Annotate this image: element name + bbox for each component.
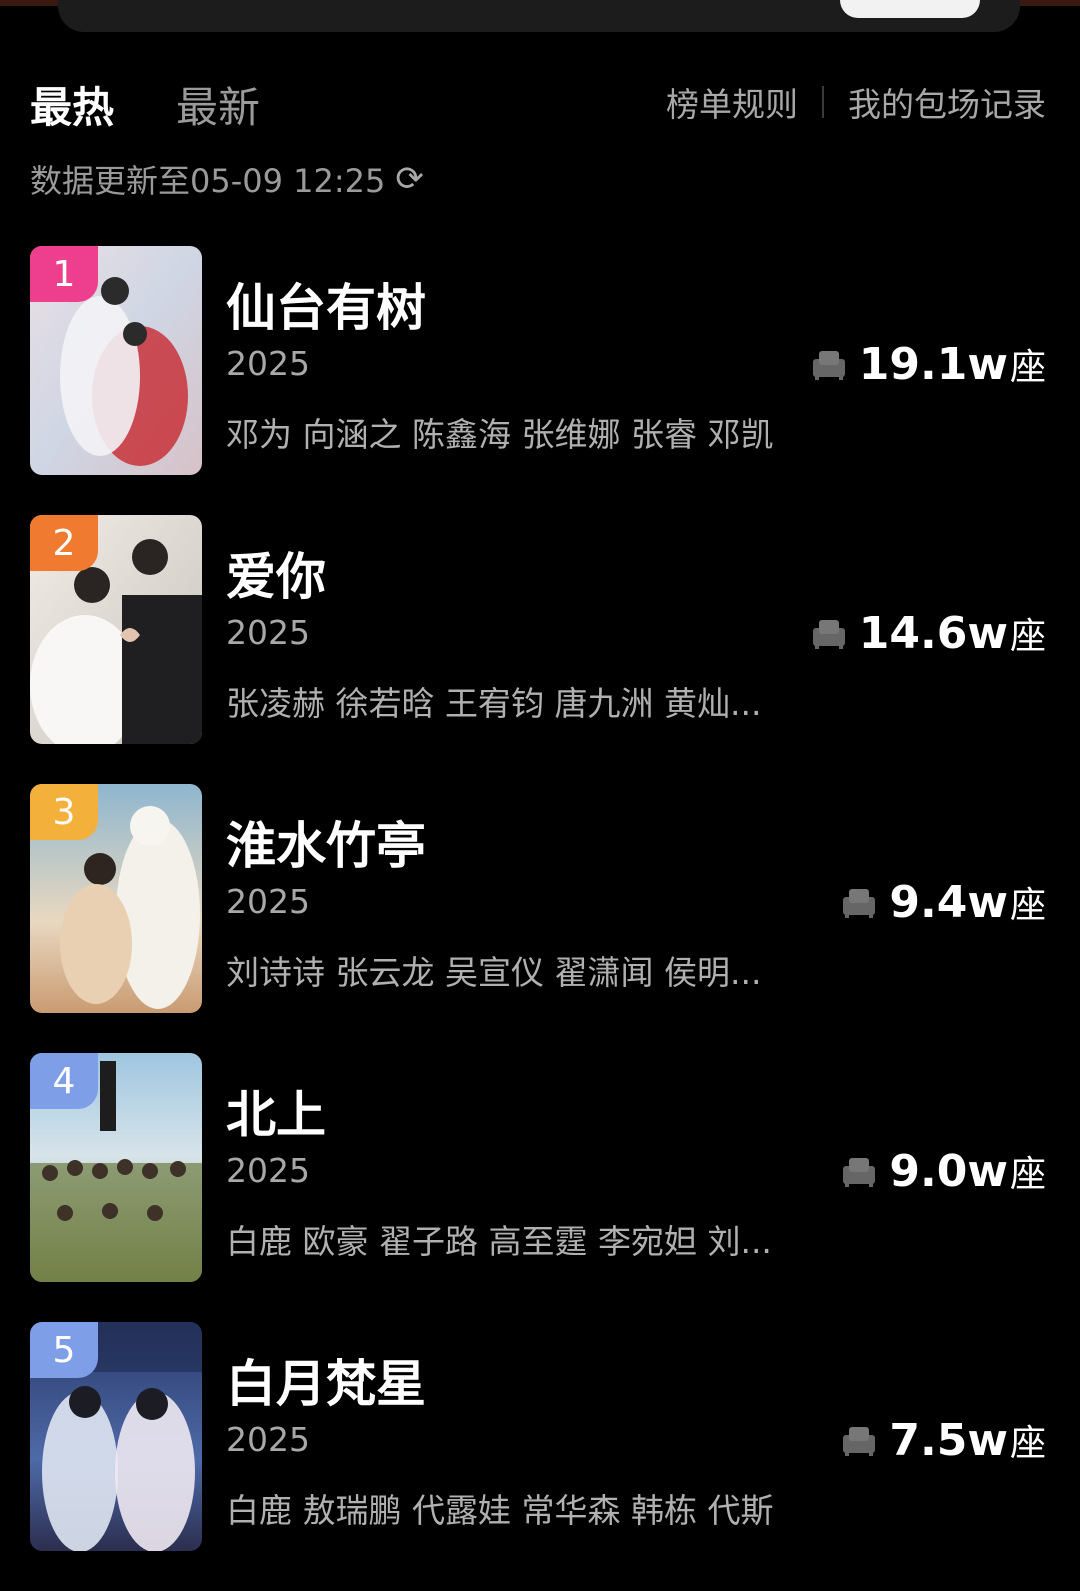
poster-image[interactable]: 1 <box>30 246 202 475</box>
seat-number: 19.1w <box>858 338 1008 390</box>
tab-bar: 最热 最新 <box>30 72 322 136</box>
seat-number: 9.4w <box>889 876 1008 928</box>
search-button[interactable] <box>840 0 980 18</box>
history-link[interactable]: 我的包场记录 <box>848 78 1046 126</box>
seat-count: 9.4w 座 <box>841 876 1046 928</box>
seat-number: 7.5w <box>889 1414 1008 1466</box>
seat-unit: 座 <box>1009 347 1046 388</box>
seat-count: 9.0w 座 <box>841 1145 1046 1197</box>
show-title[interactable]: 白月梵星 <box>226 1344 426 1416</box>
rank-badge: 3 <box>30 784 98 840</box>
seat-icon <box>812 620 845 649</box>
show-year: 2025 <box>226 1420 310 1459</box>
show-cast: 张凌赫 徐若晗 王宥钧 唐九洲 黄灿... <box>226 684 762 723</box>
poster-image[interactable]: 3 <box>30 784 202 1013</box>
rank-number: 5 <box>52 1329 76 1371</box>
list-item[interactable]: 5 白月梵星 2025 白鹿 敖瑞鹏 代露娃 常华森 韩栋 代斯 7.5w 座 <box>0 1322 1080 1591</box>
show-title[interactable]: 爱你 <box>226 537 326 609</box>
poster-image[interactable]: 2 <box>30 515 202 744</box>
tab-hottest[interactable]: 最热 <box>30 74 114 135</box>
rank-badge: 5 <box>30 1322 98 1378</box>
rank-badge: 4 <box>30 1053 98 1109</box>
show-year: 2025 <box>226 344 310 383</box>
show-cast: 白鹿 敖瑞鹏 代露娃 常华森 韩栋 代斯 <box>226 1491 774 1530</box>
poster-image[interactable]: 5 <box>30 1322 202 1551</box>
seat-unit: 座 <box>1009 616 1046 657</box>
seat-count: 7.5w 座 <box>841 1414 1046 1466</box>
rank-badge: 1 <box>30 246 98 302</box>
seat-count: 14.6w 座 <box>811 607 1046 659</box>
top-links: 榜单规则 我的包场记录 <box>666 78 1046 126</box>
seat-number: 14.6w <box>858 607 1008 659</box>
seat-unit: 座 <box>1009 1154 1046 1195</box>
seat-unit: 座 <box>1009 1423 1046 1464</box>
ranking-list: 1 仙台有树 2025 邓为 向涵之 陈鑫海 张维娜 张睿 邓凯 19.1w 座 <box>0 246 1080 1591</box>
show-cast: 白鹿 欧豪 翟子路 高至霆 李宛妲 刘... <box>226 1222 772 1261</box>
update-text: 数据更新至05-09 12:25 <box>30 162 386 200</box>
seat-unit: 座 <box>1009 885 1046 926</box>
show-title[interactable]: 北上 <box>226 1075 326 1147</box>
list-item[interactable]: 1 仙台有树 2025 邓为 向涵之 陈鑫海 张维娜 张睿 邓凯 19.1w 座 <box>0 246 1080 515</box>
seat-count: 19.1w 座 <box>811 338 1046 390</box>
rank-badge: 2 <box>30 515 98 571</box>
poster-image[interactable]: 4 <box>30 1053 202 1282</box>
seat-icon <box>843 1158 876 1187</box>
rank-number: 2 <box>52 522 76 564</box>
rules-link[interactable]: 榜单规则 <box>666 78 798 126</box>
show-title[interactable]: 仙台有树 <box>226 268 426 340</box>
list-item[interactable]: 4 北上 2025 白鹿 欧豪 翟子路 高至霆 李宛妲 刘... 9.0w 座 <box>0 1053 1080 1322</box>
seat-icon <box>843 889 876 918</box>
seat-number: 9.0w <box>889 1145 1008 1197</box>
search-bar[interactable] <box>58 0 1020 32</box>
rank-number: 4 <box>52 1060 76 1102</box>
seat-icon <box>812 351 845 380</box>
refresh-icon[interactable]: ⟳ <box>395 159 424 199</box>
show-cast: 邓为 向涵之 陈鑫海 张维娜 张睿 邓凯 <box>226 415 774 454</box>
list-item[interactable]: 2 爱你 2025 张凌赫 徐若晗 王宥钧 唐九洲 黄灿... 14.6w 座 <box>0 515 1080 784</box>
show-year: 2025 <box>226 613 310 652</box>
show-year: 2025 <box>226 1151 310 1190</box>
link-divider <box>822 86 824 118</box>
show-cast: 刘诗诗 张云龙 吴宣仪 翟潇闻 侯明... <box>226 953 762 992</box>
tab-newest[interactable]: 最新 <box>176 74 260 135</box>
update-status: 数据更新至05-09 12:25 ⟳ <box>30 156 424 202</box>
list-item[interactable]: 3 淮水竹亭 2025 刘诗诗 张云龙 吴宣仪 翟潇闻 侯明... 9.4w 座 <box>0 784 1080 1053</box>
rank-number: 1 <box>52 253 76 295</box>
rank-number: 3 <box>52 791 76 833</box>
seat-icon <box>843 1427 876 1456</box>
show-year: 2025 <box>226 882 310 921</box>
show-title[interactable]: 淮水竹亭 <box>226 806 426 878</box>
